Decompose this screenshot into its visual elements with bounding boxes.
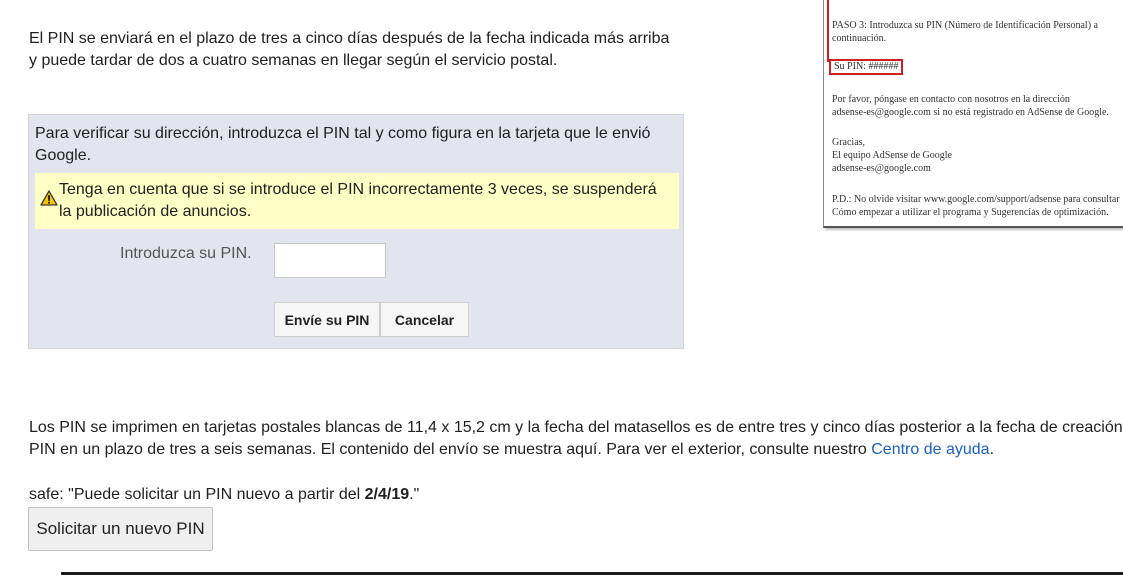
card-step-line2: continuación. [832, 33, 887, 44]
card-contact-text: Por favor, póngase en contacto con nosot… [832, 93, 1109, 119]
card-thanks-line2: El equipo AdSense de Google [832, 150, 952, 161]
send-pin-button[interactable]: Envíe su PIN [274, 302, 380, 337]
card-ps-line2: Cómo empezar a utilizar el programa y Su… [832, 207, 1109, 218]
verify-pin-panel: Para verificar su dirección, introduzca … [28, 114, 684, 349]
postal-card-info-line1: Los PIN se imprimen en tarjetas postales… [29, 419, 1123, 436]
pin-card-sample-image: PASO 3: Introduzca su PIN (Número de Ide… [823, 0, 1123, 228]
pin-delivery-info-line1: El PIN se enviará en el plazo de tres a … [29, 30, 670, 47]
card-pin-highlight: Su PIN: ###### [829, 59, 904, 75]
postal-card-info-line2-end: . [989, 441, 995, 458]
new-pin-availability-prefix: safe: "Puede solicitar un PIN nuevo a pa… [29, 486, 365, 503]
pin-delivery-info-line2: y puede tardar de dos a cuatro semanas e… [29, 52, 558, 69]
card-thanks-line3: adsense-es@google.com [832, 163, 931, 174]
pin-input-label: Introduzca su PIN. [120, 245, 252, 262]
card-contact-line2: adsense-es@google.com si no está registr… [832, 107, 1109, 118]
card-thanks-text: Gracias, El equipo AdSense de Google ads… [832, 136, 952, 175]
new-pin-availability-text: safe: "Puede solicitar un PIN nuevo a pa… [29, 484, 419, 506]
postal-card-info: Los PIN se imprimen en tarjetas postales… [29, 417, 1123, 461]
verify-instructions: Para verificar su dirección, introduzca … [35, 125, 651, 164]
cancel-button[interactable]: Cancelar [380, 302, 469, 337]
card-highlight-line [827, 0, 829, 62]
card-step-line1: PASO 3: Introduzca su PIN (Número de Ide… [832, 20, 1098, 31]
card-contact-line1: Por favor, póngase en contacto con nosot… [832, 94, 1070, 105]
warning-triangle-icon [40, 190, 58, 206]
postal-card-info-line2: PIN en un plazo de tres a seis semanas. … [29, 439, 1123, 461]
postal-card-info-line2-text: PIN en un plazo de tres a seis semanas. … [29, 441, 872, 458]
pin-input[interactable] [274, 243, 386, 278]
card-ps-text: P.D.: No olvide visitar www.google.com/s… [832, 193, 1120, 219]
card-step-text: PASO 3: Introduzca su PIN (Número de Ide… [832, 19, 1123, 45]
warning-box: Tenga en cuenta que si se introduce el P… [35, 173, 679, 229]
warning-text: Tenga en cuenta que si se introduce el P… [59, 181, 657, 220]
request-new-pin-button[interactable]: Solicitar un nuevo PIN [28, 507, 213, 551]
new-pin-availability-suffix: ." [409, 486, 420, 503]
pin-delivery-info: El PIN se enviará en el plazo de tres a … [29, 28, 699, 72]
card-ps-line1: P.D.: No olvide visitar www.google.com/s… [832, 194, 1120, 205]
card-thanks-line1: Gracias, [832, 137, 866, 148]
new-pin-availability-date: 2/4/19 [364, 486, 410, 503]
help-center-link[interactable]: Centro de ayuda [871, 441, 989, 458]
